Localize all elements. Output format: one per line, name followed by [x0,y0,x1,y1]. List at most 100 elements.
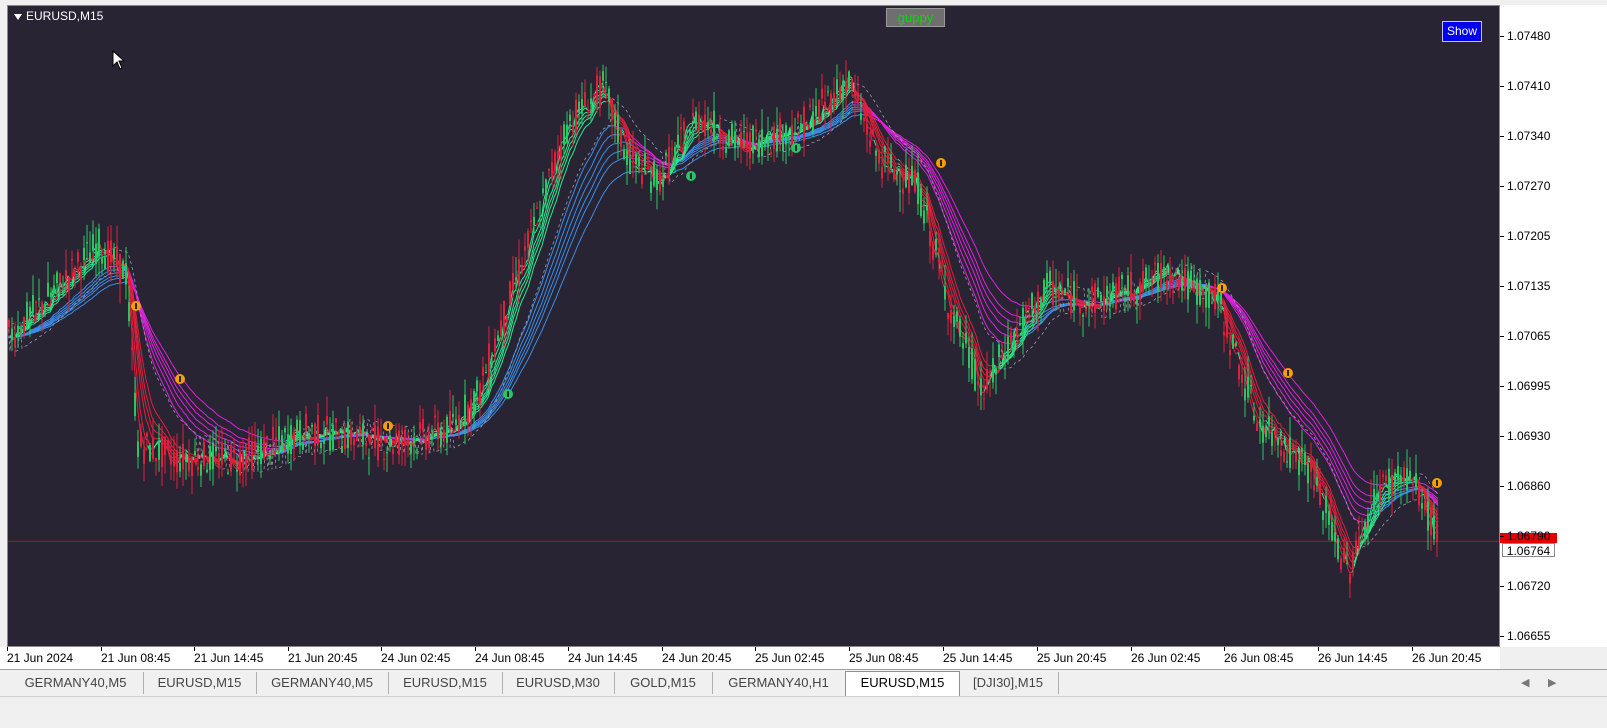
candle-body [362,423,364,444]
candle-body [14,338,16,346]
candle-body [680,127,682,129]
candle-body [224,449,226,451]
tab-chart[interactable]: EURUSD,M30 [502,672,615,694]
candle-body [134,393,136,416]
candle-body [1163,267,1165,274]
chevron-left-icon[interactable]: ◀ [1521,676,1529,689]
candle-body [1310,460,1312,472]
candle-body [1418,484,1420,506]
candle-body [557,151,559,159]
candle-body [635,154,637,164]
candle-body [1217,290,1219,300]
candle-body [215,447,217,451]
candle-body [788,136,790,137]
signal-marker-mark [940,160,942,166]
candle-body [323,441,325,444]
candle-body [1262,426,1264,443]
candle-body [467,405,469,424]
candle-body [1331,522,1333,541]
time-label: 21 Jun 08:45 [101,651,170,665]
candle-body [1373,489,1375,511]
candle-body [158,441,160,460]
candle-body [560,145,562,159]
tab-chart[interactable]: GERMANY40,M5 [256,672,389,694]
candle-body [452,414,454,417]
candle-body [113,248,115,259]
candle-body [494,338,496,351]
candle-body [239,452,241,476]
candle-body [548,169,550,171]
candle-body [890,154,892,168]
tab-chart[interactable]: GERMANY40,H1 [712,672,846,694]
candle-body [590,98,592,104]
candle-body [47,283,49,297]
candle-body [992,358,994,382]
candle-body [1412,484,1414,485]
candle-body [416,449,418,450]
tab-active-chart[interactable]: EURUSD,M15 [845,671,960,696]
candle-body [887,155,889,163]
chevron-right-icon[interactable]: ▶ [1548,676,1556,689]
candle-body [257,445,259,452]
candle-body [1259,419,1261,427]
candle-body [878,153,880,164]
price-tick [1500,36,1504,37]
price-tick [1500,486,1504,487]
fast-ema-line [102,254,104,255]
candle-body [755,129,757,131]
candle-body [371,429,373,431]
fast-ema-line [100,247,104,250]
candle-body [1406,468,1408,490]
candle-body [1388,469,1390,494]
candle-body [8,320,10,327]
candle-body [1253,416,1255,420]
price-chart-canvas[interactable] [8,6,1500,647]
candle-body [818,100,820,117]
chart-area[interactable]: EURUSD,M15 guppy Show [7,5,1500,647]
candle-body [1196,279,1198,305]
candle-body [554,152,556,171]
candle-body [230,445,232,472]
candle-body [77,252,79,262]
signal-marker-mark [507,391,509,397]
price-axis[interactable]: 1.06764 1.074801.074101.073401.072701.07… [1500,5,1607,647]
tab-chart[interactable]: EURUSD,M15 [388,672,503,694]
candle-body [344,434,346,449]
candle-body [59,273,61,281]
candle-body [1334,532,1336,541]
candle-body [1097,288,1099,297]
signal-marker-mark [690,173,692,179]
candle-body [545,179,547,201]
candle-body [983,398,985,399]
candle-body [23,317,25,334]
candle-body [470,400,472,420]
candle-body [1004,356,1006,362]
candle-body [1307,464,1309,484]
candle-body [827,91,829,92]
candle-body [35,302,37,303]
tab-chart[interactable]: GERMANY40,M5 [8,672,144,694]
time-axis[interactable]: 21 Jun 202421 Jun 08:4521 Jun 14:4521 Ju… [0,647,1500,669]
candle-body [803,107,805,142]
candle-body [1265,429,1267,436]
candle-body [122,261,124,279]
chart-symbol-title[interactable]: EURUSD,M15 [14,9,103,23]
candle-body [476,380,478,391]
tab-chart[interactable]: EURUSD,M15 [143,672,257,694]
candle-body [1109,303,1111,307]
collapse-triangle-icon[interactable] [14,14,22,20]
candle-body [1046,273,1048,289]
candle-body [587,117,589,118]
candle-body [1070,293,1072,313]
candle-body [1355,540,1357,552]
candle-body [737,143,739,145]
show-button[interactable]: Show [1442,21,1482,42]
candle-body [1112,282,1114,291]
tab-chart[interactable]: GOLD,M15 [614,672,713,694]
candle-body [779,118,781,140]
candle-body [1052,281,1054,305]
candle-body [314,424,316,447]
candle-body [1304,452,1306,465]
candle-body [710,129,712,133]
tab-chart[interactable]: [DJI30],M15 [958,672,1059,694]
